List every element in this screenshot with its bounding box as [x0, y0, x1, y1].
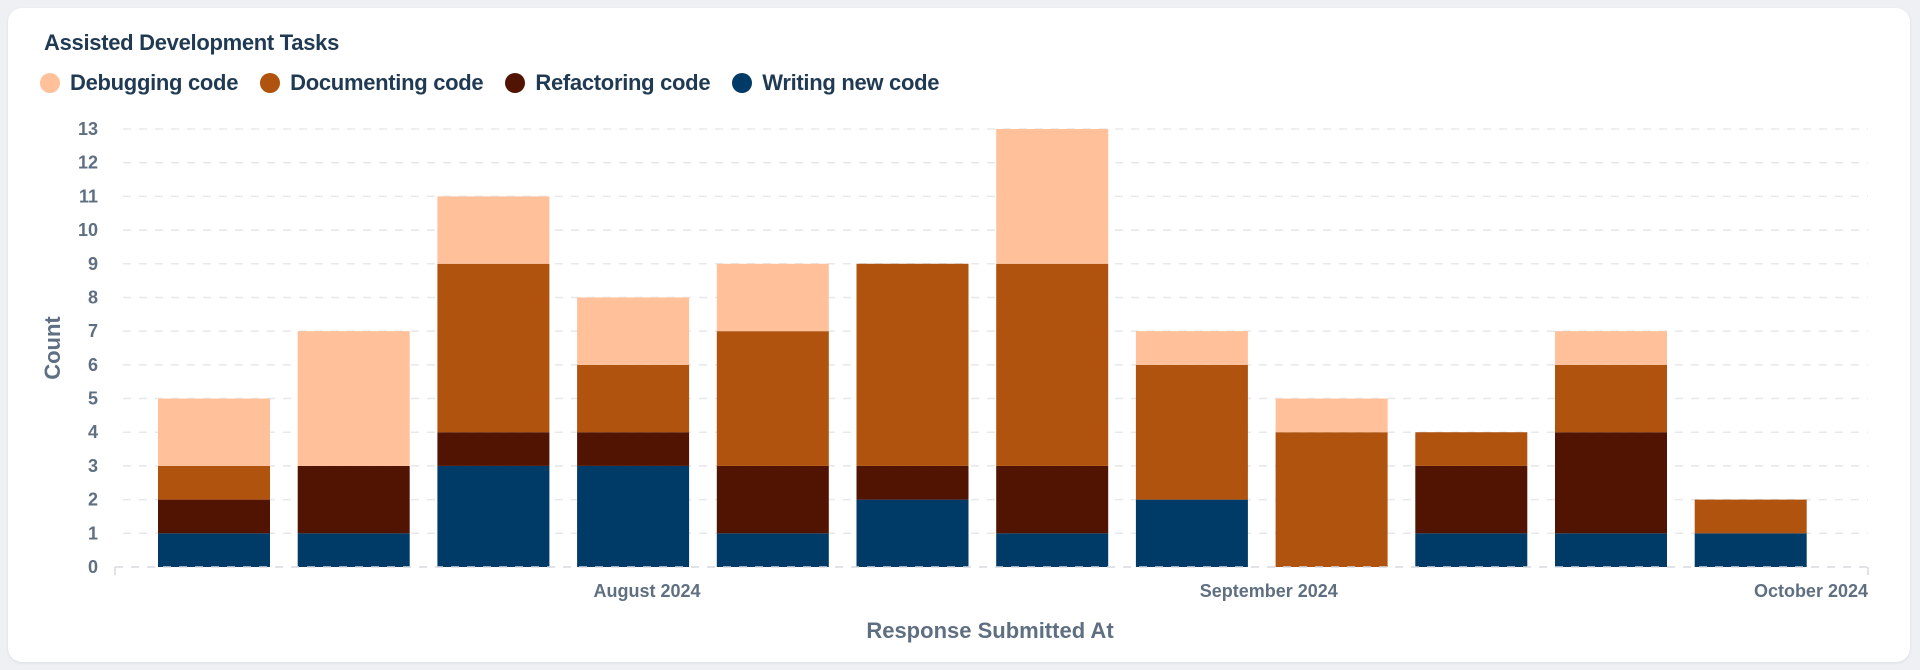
x-tick-label: August 2024 — [594, 581, 701, 601]
bar-segment-debugging-code[interactable] — [716, 263, 829, 332]
bar-segment-debugging-code[interactable] — [1275, 398, 1388, 433]
bar-segment-writing-new-code[interactable] — [297, 533, 410, 567]
bar-segment-refactoring-code[interactable] — [856, 465, 969, 500]
y-axis-title: Count — [40, 316, 65, 380]
bar-segment-documenting-code[interactable] — [1415, 432, 1528, 466]
bar-segment-writing-new-code[interactable] — [158, 533, 270, 567]
bar-segment-writing-new-code[interactable] — [856, 499, 969, 567]
y-tick-label: 7 — [88, 321, 98, 341]
bar-segment-documenting-code[interactable] — [1275, 432, 1388, 567]
y-tick-label: 9 — [88, 254, 98, 274]
bar-segment-documenting-code[interactable] — [437, 263, 550, 433]
y-tick-label: 5 — [88, 389, 98, 409]
bar-segment-documenting-code[interactable] — [996, 263, 1109, 466]
bar-segment-debugging-code[interactable] — [1555, 331, 1667, 365]
y-tick-label: 3 — [88, 456, 98, 476]
bar-segment-refactoring-code[interactable] — [1415, 465, 1528, 534]
bars — [158, 129, 1807, 567]
y-tick-label: 0 — [88, 557, 98, 577]
bar-stack[interactable] — [577, 297, 690, 567]
bar-stack[interactable] — [1415, 432, 1528, 567]
bar-stack[interactable] — [437, 196, 550, 567]
bar-segment-documenting-code[interactable] — [716, 331, 829, 466]
y-tick-label: 2 — [88, 490, 98, 510]
bar-segment-writing-new-code[interactable] — [437, 465, 550, 567]
bar-segment-refactoring-code[interactable] — [716, 465, 829, 534]
bar-stack[interactable] — [996, 129, 1109, 567]
bar-segment-refactoring-code[interactable] — [996, 465, 1109, 534]
bar-stack[interactable] — [297, 331, 410, 567]
y-tick-label: 4 — [88, 422, 98, 442]
bar-segment-documenting-code[interactable] — [158, 465, 270, 500]
bar-segment-documenting-code[interactable] — [1555, 364, 1667, 433]
bar-stack[interactable] — [1555, 331, 1667, 567]
bar-segment-debugging-code[interactable] — [577, 297, 690, 365]
bar-stack[interactable] — [158, 398, 270, 567]
x-axis-title: Response Submitted At — [866, 618, 1114, 643]
bar-segment-documenting-code[interactable] — [1135, 364, 1248, 500]
y-tick-label: 8 — [88, 287, 98, 307]
bar-segment-debugging-code[interactable] — [297, 331, 410, 466]
x-tick-label: October 2024 — [1754, 581, 1868, 601]
y-tick-label: 13 — [78, 119, 98, 139]
bar-segment-debugging-code[interactable] — [1135, 331, 1248, 365]
bar-segment-documenting-code[interactable] — [856, 263, 969, 466]
bar-segment-debugging-code[interactable] — [996, 129, 1109, 264]
y-tick-label: 11 — [79, 186, 98, 206]
bar-stack[interactable] — [1694, 499, 1807, 567]
y-tick-label: 6 — [88, 355, 98, 375]
bar-stack[interactable] — [716, 263, 829, 567]
bar-segment-documenting-code[interactable] — [577, 364, 690, 433]
y-tick-label: 12 — [78, 153, 98, 173]
x-tick-label: September 2024 — [1200, 581, 1338, 601]
y-tick-label: 1 — [88, 523, 98, 543]
bar-segment-documenting-code[interactable] — [1694, 499, 1807, 534]
bar-segment-writing-new-code[interactable] — [1415, 533, 1528, 567]
bar-segment-writing-new-code[interactable] — [1555, 533, 1667, 567]
bar-segment-refactoring-code[interactable] — [297, 465, 410, 534]
bar-segment-refactoring-code[interactable] — [577, 432, 690, 466]
bar-stack[interactable] — [1275, 398, 1388, 567]
y-tick-label: 10 — [78, 220, 98, 240]
bar-segment-debugging-code[interactable] — [158, 398, 270, 466]
bar-segment-writing-new-code[interactable] — [1694, 533, 1807, 567]
bar-segment-refactoring-code[interactable] — [158, 499, 270, 534]
bar-segment-writing-new-code[interactable] — [996, 533, 1109, 567]
bar-segment-refactoring-code[interactable] — [1555, 432, 1667, 534]
y-axis-ticks: 012345678910111213 — [78, 119, 98, 577]
bar-segment-writing-new-code[interactable] — [577, 465, 690, 567]
bar-segment-debugging-code[interactable] — [437, 196, 550, 264]
stacked-bar-chart: 012345678910111213 August 2024 September … — [40, 119, 1869, 643]
bar-stack[interactable] — [856, 263, 969, 567]
bar-stack[interactable] — [1135, 331, 1248, 567]
bar-segment-writing-new-code[interactable] — [1135, 499, 1248, 567]
bar-segment-refactoring-code[interactable] — [437, 432, 550, 466]
bar-segment-writing-new-code[interactable] — [716, 533, 829, 567]
x-axis: August 2024 September 2024 October 2024 — [114, 566, 1869, 601]
